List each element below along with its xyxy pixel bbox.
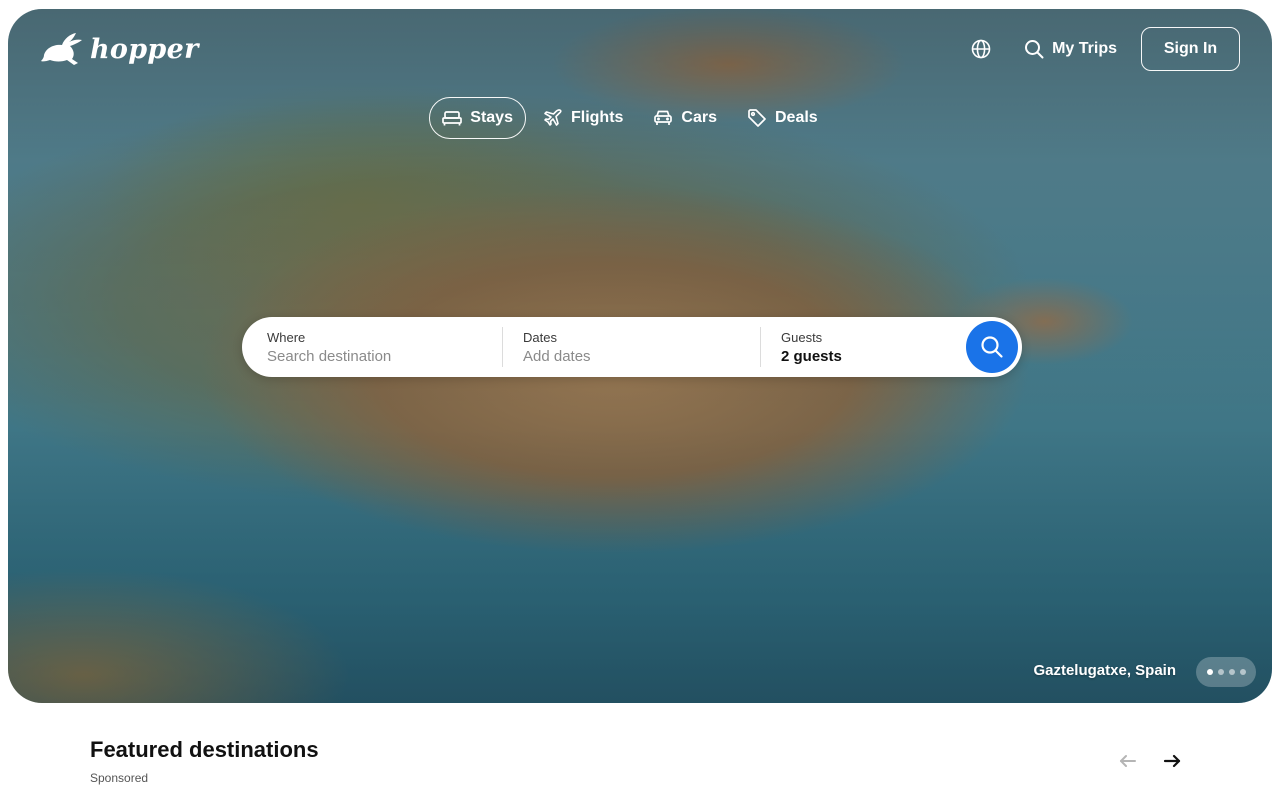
tab-stays[interactable]: Stays	[429, 97, 526, 139]
slide-dots	[1196, 657, 1256, 687]
product-tabs: Stays Flights Cars Deals	[8, 97, 1262, 139]
carousel-next-button[interactable]	[1159, 748, 1185, 774]
dates-label: Dates	[523, 329, 557, 345]
dates-input[interactable]	[523, 347, 723, 365]
guests-field[interactable]: Guests 2 guests	[760, 327, 965, 367]
search-button[interactable]	[966, 321, 1018, 373]
search-icon	[981, 336, 1003, 358]
hopper-logo[interactable]: hopper	[40, 31, 199, 67]
bed-icon	[442, 111, 463, 126]
plane-icon	[544, 109, 562, 126]
slide-dot-4[interactable]	[1239, 669, 1246, 675]
sign-in-button[interactable]: Sign In	[1141, 27, 1240, 71]
destination-input[interactable]	[267, 347, 467, 365]
globe-icon	[971, 39, 991, 59]
top-nav: My Trips Sign In	[966, 27, 1240, 71]
slide-dot-2[interactable]	[1217, 669, 1224, 675]
guests-label: Guests	[781, 329, 823, 345]
where-label: Where	[267, 329, 306, 345]
guests-value: 2 guests	[781, 347, 842, 365]
search-bar: Where Dates Guests 2 guests	[242, 317, 1022, 377]
sponsored-label: Sponsored	[90, 771, 149, 785]
my-trips-link[interactable]: My Trips	[1024, 39, 1117, 59]
tab-stays-label: Stays	[470, 109, 513, 126]
where-field[interactable]: Where	[242, 317, 502, 377]
tab-deals-label: Deals	[775, 109, 818, 126]
tab-cars[interactable]: Cars	[640, 97, 730, 139]
arrow-right-icon	[1163, 754, 1181, 768]
tab-deals[interactable]: Deals	[734, 97, 831, 139]
tab-flights-label: Flights	[570, 109, 624, 126]
tab-flights[interactable]: Flights	[530, 97, 636, 139]
logo-wordmark: hopper	[90, 33, 199, 65]
bunny-icon	[41, 33, 82, 65]
dates-field[interactable]: Dates	[502, 327, 760, 367]
car-icon	[654, 110, 673, 125]
tab-cars-label: Cars	[681, 109, 717, 126]
arrow-left-icon	[1120, 755, 1136, 767]
carousel-prev-button[interactable]	[1115, 748, 1141, 774]
tag-icon	[748, 109, 766, 127]
featured-destinations-heading: Featured destinations	[90, 737, 319, 762]
language-button[interactable]	[966, 34, 996, 64]
my-trips-label: My Trips	[1052, 40, 1117, 57]
location-caption: Gaztelugatxe, Spain	[1033, 662, 1176, 679]
slide-dot-1[interactable]	[1206, 669, 1213, 675]
slide-dot-3[interactable]	[1228, 669, 1235, 675]
search-icon	[1025, 40, 1044, 59]
